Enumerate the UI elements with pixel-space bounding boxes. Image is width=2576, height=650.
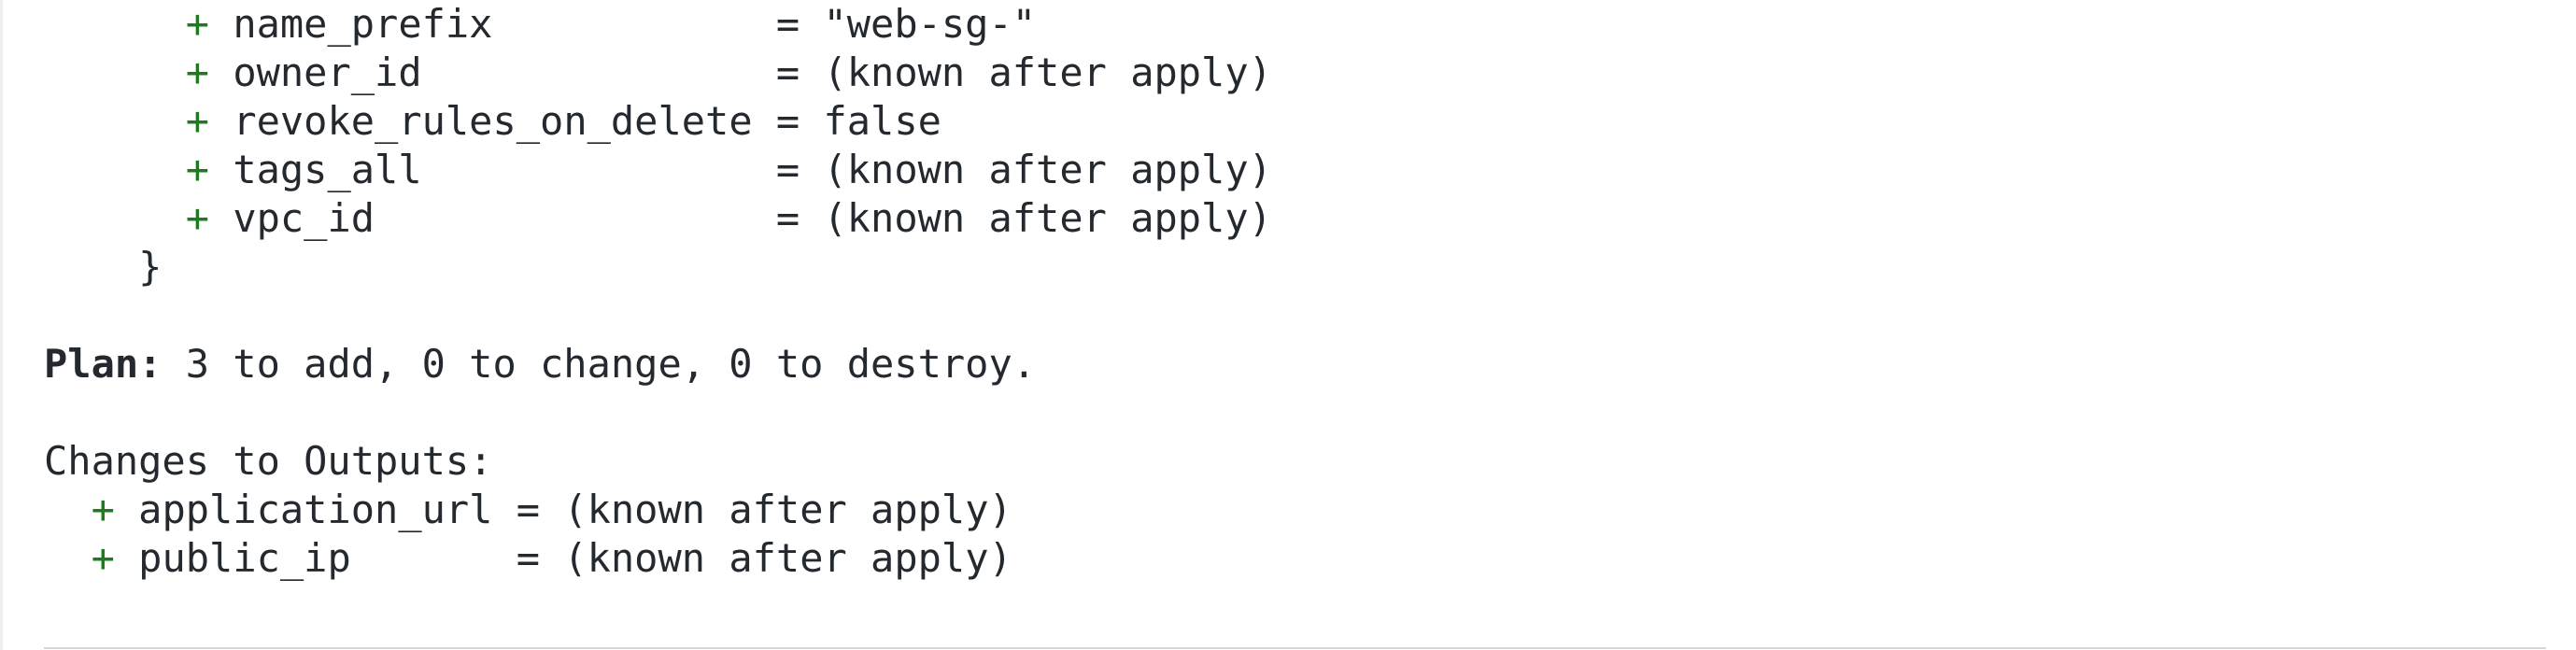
assignment-sep: = <box>492 535 564 581</box>
resource-attribute-line: + tags_all = (known after apply) <box>44 146 1272 194</box>
add-marker: + <box>91 535 115 581</box>
attribute-key: tags_all <box>233 147 753 192</box>
attribute-key: name_prefix <box>233 1 753 47</box>
resource-attribute-line: + revoke_rules_on_delete = false <box>44 97 1272 146</box>
plan-summary: 3 to add, 0 to change, 0 to destroy. <box>162 341 1037 387</box>
resource-attribute-line: + vpc_id = (known after apply) <box>44 194 1272 243</box>
attribute-value: (known after apply) <box>823 49 1272 95</box>
add-marker: + <box>185 98 210 144</box>
plan-summary-line: Plan: 3 to add, 0 to change, 0 to destro… <box>44 340 1272 389</box>
attribute-value: (known after apply) <box>823 195 1272 241</box>
outputs-heading: Changes to Outputs: <box>44 438 493 484</box>
assignment-sep: = <box>752 98 824 144</box>
terraform-plan-output: + name_prefix = "web-sg-" + owner_id = (… <box>44 0 1272 583</box>
assignment-sep: = <box>492 487 564 532</box>
assignment-sep: = <box>752 195 824 241</box>
add-marker: + <box>185 147 210 192</box>
terminal-output: + name_prefix = "web-sg-" + owner_id = (… <box>0 0 2576 650</box>
add-marker: + <box>185 49 210 95</box>
attribute-value: false <box>823 98 941 144</box>
attribute-value: "web-sg-" <box>823 1 1037 47</box>
attribute-key: owner_id <box>233 49 753 95</box>
section-divider <box>44 647 2546 649</box>
assignment-sep: = <box>752 147 824 192</box>
add-marker: + <box>91 487 115 532</box>
add-marker: + <box>185 1 210 47</box>
attribute-key: revoke_rules_on_delete <box>233 98 753 144</box>
assignment-sep: = <box>752 49 824 95</box>
output-value: (known after apply) <box>563 535 1012 581</box>
attribute-key: vpc_id <box>233 195 753 241</box>
closing-brace: } <box>138 244 163 290</box>
output-line: + application_url = (known after apply) <box>44 486 1272 534</box>
resource-attribute-line: + owner_id = (known after apply) <box>44 49 1272 97</box>
resource-attribute-line: + name_prefix = "web-sg-" <box>44 0 1272 49</box>
assignment-sep: = <box>752 1 824 47</box>
output-key: public_ip <box>138 535 493 581</box>
output-line: + public_ip = (known after apply) <box>44 534 1272 583</box>
closing-brace-line: } <box>44 243 1272 291</box>
add-marker: + <box>185 195 210 241</box>
output-value: (known after apply) <box>563 487 1012 532</box>
output-key: application_url <box>138 487 493 532</box>
plan-label: Plan: <box>44 341 163 387</box>
attribute-value: (known after apply) <box>823 147 1272 192</box>
